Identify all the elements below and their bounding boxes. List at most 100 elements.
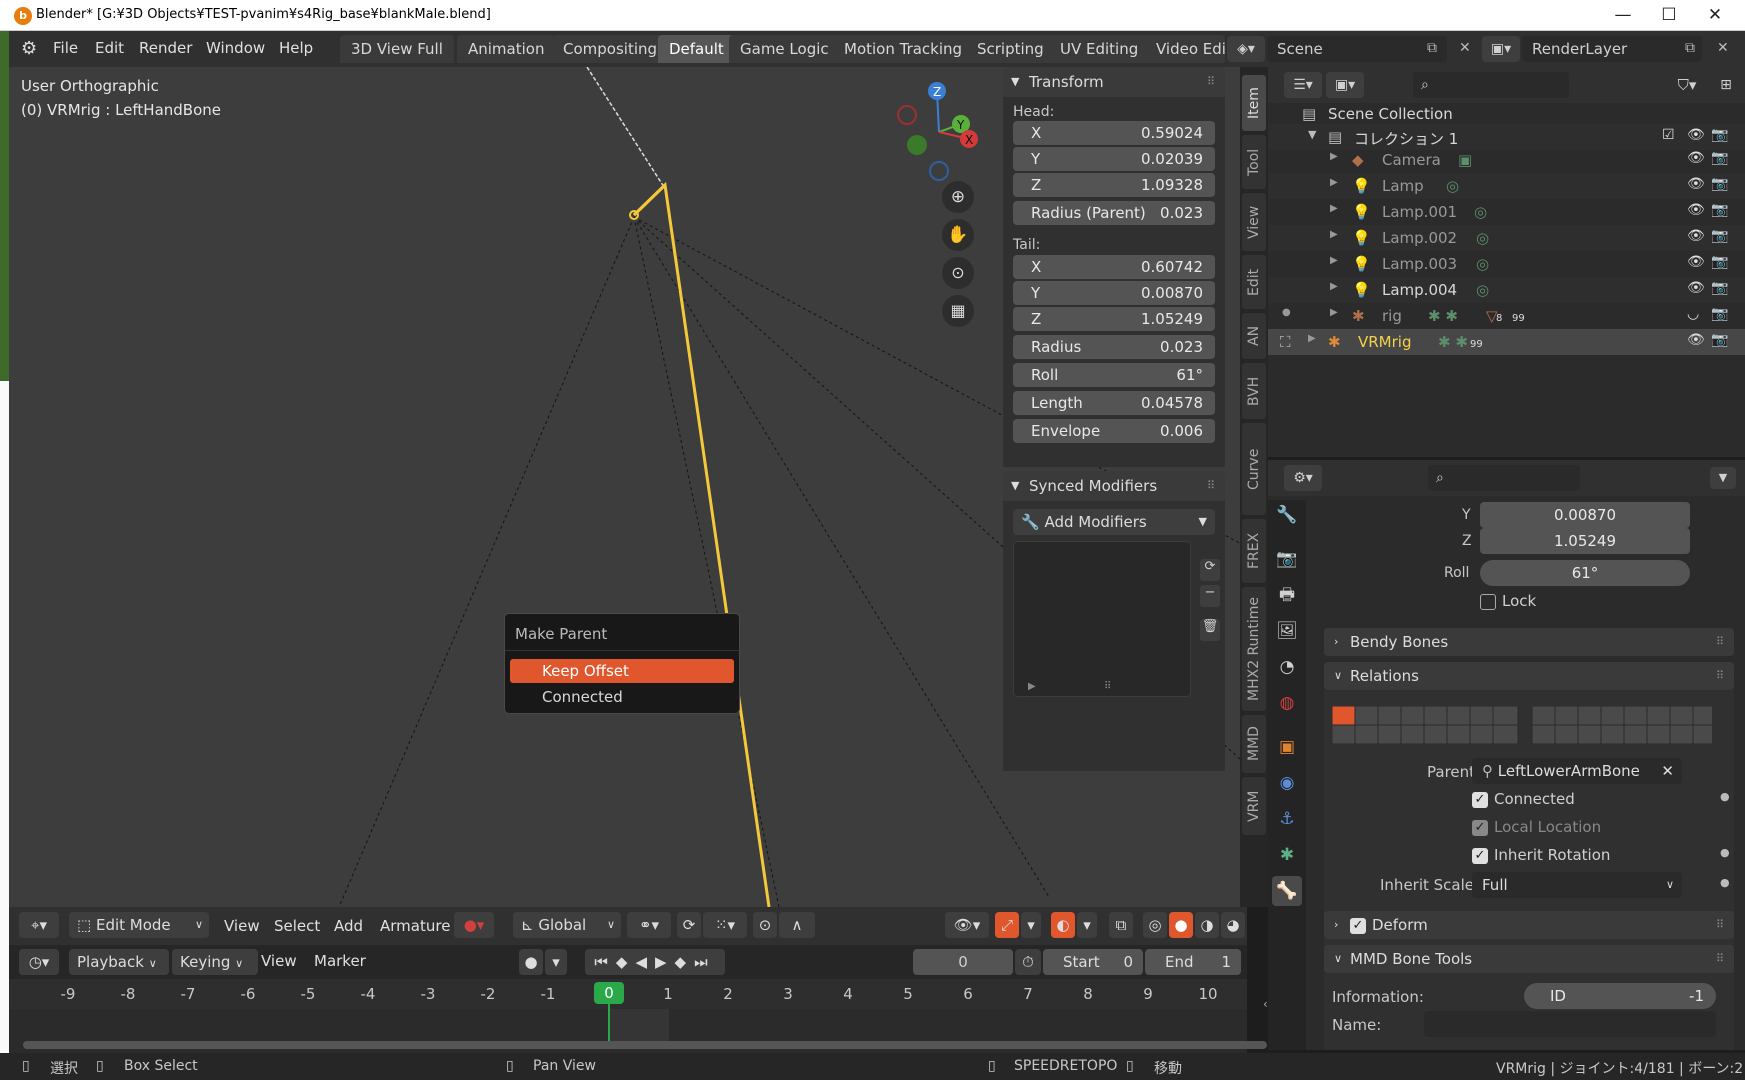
render-camera-icon[interactable]: 📷: [1711, 332, 1728, 348]
deform-header[interactable]: › ✓ Deform ⠿: [1324, 911, 1734, 939]
outliner-row-lamp[interactable]: ▶ 💡 Lamp ◎ 👁 📷: [1268, 173, 1745, 199]
blender-menu-icon[interactable]: ⚙: [21, 38, 37, 59]
timeline-menu-marker[interactable]: Marker: [314, 952, 366, 970]
head-z-field[interactable]: Z 1.09328: [1013, 173, 1215, 197]
render-camera-icon[interactable]: 📷: [1711, 280, 1728, 296]
armature-data-tab-icon[interactable]: ✱: [1272, 840, 1302, 870]
end-frame-field[interactable]: End 1: [1145, 949, 1241, 975]
wireframe-shading-icon[interactable]: ◎: [1143, 912, 1167, 938]
menu-item-keep-offset[interactable]: Keep Offset: [510, 659, 734, 683]
record-options-icon[interactable]: ▾: [545, 949, 567, 975]
expand-arrow-icon[interactable]: ▼: [1308, 128, 1316, 141]
render-camera-icon[interactable]: 📷: [1711, 127, 1728, 143]
tab-default[interactable]: Default: [658, 35, 735, 63]
bone-z-field[interactable]: 1.05249: [1480, 528, 1690, 554]
filter-icon[interactable]: ⛉▾: [1668, 72, 1706, 98]
rendered-shading-icon[interactable]: ◕: [1221, 912, 1245, 938]
bone-y-field[interactable]: 0.00870: [1480, 502, 1690, 528]
snap-toggle-icon[interactable]: ⟳: [677, 912, 701, 938]
close-button[interactable]: ✕: [1700, 4, 1730, 28]
new-scene-icon[interactable]: ⧉: [1427, 40, 1437, 56]
timeline-editor-icon[interactable]: ◷▾: [19, 949, 59, 975]
menu-select[interactable]: Select: [274, 917, 320, 935]
inherit-scale-dropdown[interactable]: Full ∨: [1472, 872, 1682, 898]
envelope-field[interactable]: Envelope 0.006: [1013, 419, 1215, 443]
add-modifiers-dropdown[interactable]: 🔧 Add Modifiers ▼: [1013, 509, 1215, 535]
expand-arrow-icon[interactable]: ▶: [1308, 333, 1316, 344]
expand-arrow-icon[interactable]: ▶: [1330, 229, 1338, 240]
drag-handle-icon[interactable]: ⠿: [1207, 471, 1215, 501]
mmd-bone-tools-header[interactable]: ∨ MMD Bone Tools ⠿: [1324, 945, 1734, 973]
overlays-toggle-icon[interactable]: ◐: [1051, 912, 1075, 938]
menu-help[interactable]: Help: [279, 39, 313, 57]
mmd-name-input[interactable]: [1424, 1011, 1716, 1037]
tab-compositing[interactable]: Compositing: [552, 35, 669, 63]
output-tab-icon[interactable]: 🖶: [1272, 580, 1302, 610]
tail-radius-field[interactable]: Radius 0.023: [1013, 335, 1215, 359]
tab-motion-tracking[interactable]: Motion Tracking: [833, 35, 974, 63]
keyframe-dot-icon[interactable]: ●: [1720, 876, 1730, 889]
expand-arrow-icon[interactable]: ▶: [1330, 151, 1338, 162]
menu-add[interactable]: Add: [334, 917, 363, 935]
tab-game-logic[interactable]: Game Logic: [729, 35, 840, 63]
tab-scripting[interactable]: Scripting: [966, 35, 1055, 63]
menu-item-connected[interactable]: Connected: [510, 685, 734, 709]
outliner-row-lamp-002[interactable]: ▶ 💡 Lamp.002 ◎ 👁 📷: [1268, 225, 1745, 251]
keyframe-dot-icon[interactable]: ●: [1720, 846, 1730, 859]
current-frame-field[interactable]: 0: [913, 949, 1013, 975]
expand-arrow-icon[interactable]: ▶: [1330, 281, 1338, 292]
properties-search-input[interactable]: ⌕: [1428, 465, 1580, 491]
render-camera-icon[interactable]: 📷: [1711, 306, 1728, 322]
keyframe-dot-icon[interactable]: ●: [1720, 790, 1730, 803]
visibility-icon[interactable]: 👁▾: [945, 912, 989, 938]
editor-type-icon[interactable]: ⚙▾: [1284, 465, 1322, 491]
expand-arrow-icon[interactable]: ▶: [1330, 255, 1338, 266]
pivot-icon[interactable]: ⚭▾: [627, 912, 671, 938]
head-x-field[interactable]: X 0.59024: [1013, 121, 1215, 145]
outliner-search-input[interactable]: ⌕: [1413, 72, 1569, 98]
gizmo-toggle-icon[interactable]: ⤢: [995, 912, 1019, 938]
record-icon[interactable]: ●: [519, 949, 543, 975]
constraints-tab-icon[interactable]: ⚓: [1272, 804, 1302, 834]
edit-mode-icon[interactable]: ⛶: [1280, 333, 1291, 351]
tab-animation[interactable]: Animation: [457, 35, 556, 63]
transform-panel-header[interactable]: ▼ Transform ⠿: [1003, 67, 1225, 97]
view-filter-icon[interactable]: ▣▾: [1326, 72, 1364, 98]
menu-edit[interactable]: Edit: [95, 39, 124, 57]
falloff-icon[interactable]: ∧: [779, 912, 815, 938]
object-tab-icon[interactable]: ▣: [1272, 732, 1302, 762]
expand-arrow-icon[interactable]: ▶: [1330, 177, 1338, 188]
include-checkbox-icon[interactable]: ☑: [1662, 127, 1675, 143]
editor-type-icon[interactable]: ⌖▾: [19, 912, 59, 938]
bone-roll-field[interactable]: 61°: [1480, 560, 1690, 586]
eye-icon[interactable]: 👁: [1687, 127, 1705, 143]
render-tab-icon[interactable]: 📷: [1272, 544, 1302, 574]
tab-uv-editing[interactable]: UV Editing: [1049, 35, 1150, 63]
playhead-marker[interactable]: 0: [594, 982, 624, 1004]
stopwatch-icon[interactable]: ⏱: [1015, 949, 1041, 975]
tab-video-edit[interactable]: Video Edit: [1145, 35, 1225, 63]
tab-edit[interactable]: Edit: [1242, 255, 1266, 309]
playback-dropdown[interactable]: Playback ∨: [69, 949, 169, 975]
solid-shading-icon[interactable]: ●: [1169, 912, 1193, 938]
render-camera-icon[interactable]: 📷: [1711, 202, 1728, 218]
view-layer-tab-icon[interactable]: 🖼: [1272, 616, 1302, 646]
overlays-dropdown-icon[interactable]: ▾: [1077, 912, 1097, 938]
tail-z-field[interactable]: Z 1.05249: [1013, 307, 1215, 331]
tail-x-field[interactable]: X 0.60742: [1013, 255, 1215, 279]
render-camera-icon[interactable]: 📷: [1711, 176, 1728, 192]
maximize-button[interactable]: ☐: [1654, 4, 1684, 28]
render-layer-field[interactable]: RenderLayer: [1522, 36, 1702, 62]
parent-field[interactable]: ⚲ LeftLowerArmBone ✕: [1472, 758, 1682, 784]
bendy-bones-header[interactable]: › Bendy Bones ⠿: [1324, 628, 1734, 656]
bone-tab-icon[interactable]: 🦴: [1272, 876, 1302, 906]
tab-3d-view-full[interactable]: 3D View Full: [340, 35, 454, 63]
outliner-row-lamp-001[interactable]: ▶ 💡 Lamp.001 ◎ 👁 📷: [1268, 199, 1745, 225]
tab-mmd[interactable]: MMD: [1242, 715, 1266, 773]
tab-vrm[interactable]: VRM: [1242, 777, 1266, 835]
new-render-layer-icon[interactable]: ⧉: [1685, 40, 1695, 56]
eye-icon[interactable]: 👁: [1687, 332, 1705, 348]
eye-icon[interactable]: 👁: [1687, 280, 1705, 296]
keying-dropdown[interactable]: Keying ∨: [172, 949, 258, 975]
camera-view-icon[interactable]: ⊙: [942, 257, 974, 289]
